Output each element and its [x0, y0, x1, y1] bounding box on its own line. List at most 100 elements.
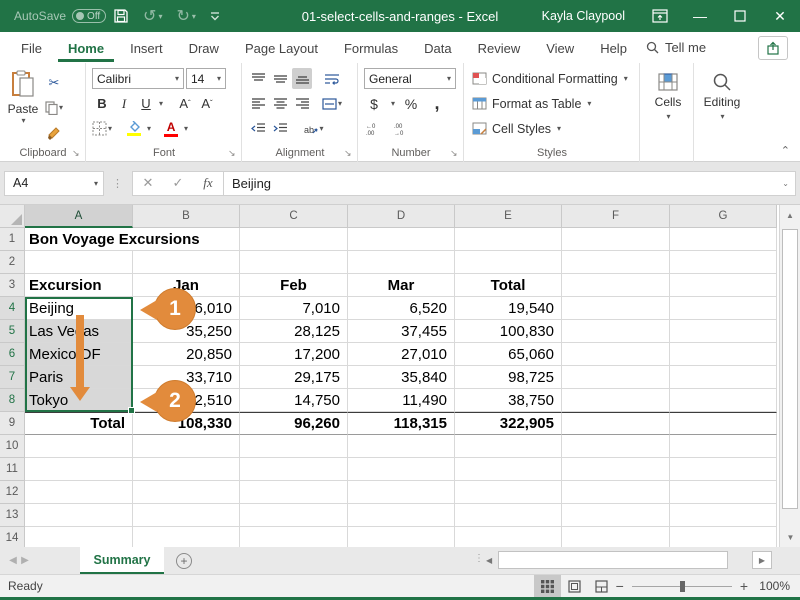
- cell-A8[interactable]: Tokyo: [25, 389, 133, 412]
- column-header-B[interactable]: B: [133, 205, 240, 228]
- cell-F11[interactable]: [562, 458, 670, 481]
- decrease-indent-button[interactable]: [248, 118, 268, 139]
- cell-G5[interactable]: [670, 320, 777, 343]
- cell-G10[interactable]: [670, 435, 777, 458]
- cell-E14[interactable]: [455, 527, 562, 547]
- top-align-button[interactable]: [248, 68, 268, 89]
- center-button[interactable]: [270, 93, 290, 114]
- number-dialog-launcher-icon[interactable]: ↘: [450, 148, 458, 159]
- cell-F7[interactable]: [562, 366, 670, 389]
- row-header-8[interactable]: 8: [0, 389, 25, 412]
- font-size-combo[interactable]: 14▾: [186, 68, 226, 89]
- cell-E8[interactable]: 38,750: [455, 389, 562, 412]
- cell-E6[interactable]: 65,060: [455, 343, 562, 366]
- cell-G1[interactable]: [670, 228, 777, 251]
- cell-G8[interactable]: [670, 389, 777, 412]
- orientation-button[interactable]: ab▾: [304, 118, 324, 139]
- vertical-scrollbar[interactable]: ▲ ▼: [779, 205, 800, 547]
- select-all-button[interactable]: [0, 205, 25, 228]
- tab-page-layout[interactable]: Page Layout: [235, 34, 328, 62]
- row-header-13[interactable]: 13: [0, 504, 25, 527]
- column-header-F[interactable]: F: [562, 205, 670, 228]
- column-header-C[interactable]: C: [240, 205, 348, 228]
- borders-button[interactable]: ▾: [92, 118, 112, 139]
- row-header-3[interactable]: 3: [0, 274, 25, 297]
- align-right-button[interactable]: [292, 93, 312, 114]
- cell-styles-button[interactable]: Cell Styles ▾: [466, 116, 637, 141]
- cell-G6[interactable]: [670, 343, 777, 366]
- autosave-toggle[interactable]: AutoSave Off: [14, 9, 106, 23]
- next-sheet-icon[interactable]: ▶: [12, 547, 38, 574]
- font-name-combo[interactable]: Calibri▾: [92, 68, 184, 89]
- cell-D10[interactable]: [348, 435, 455, 458]
- cell-D4[interactable]: 6,520: [348, 297, 455, 320]
- enter-button[interactable]: ✓: [163, 175, 193, 191]
- cell-E4[interactable]: 19,540: [455, 297, 562, 320]
- cell-D2[interactable]: [348, 251, 455, 274]
- redo-button[interactable]: ↻▾: [169, 0, 202, 32]
- cell-E2[interactable]: [455, 251, 562, 274]
- accounting-format-button[interactable]: $: [364, 93, 384, 114]
- cell-D9[interactable]: 118,315: [348, 412, 455, 435]
- cell-E10[interactable]: [455, 435, 562, 458]
- cell-G4[interactable]: [670, 297, 777, 320]
- insert-function-button[interactable]: fx: [193, 175, 223, 191]
- expand-formula-bar-icon[interactable]: ⌄: [782, 179, 789, 188]
- cell-A6[interactable]: Mexico DF: [25, 343, 133, 366]
- cell-F14[interactable]: [562, 527, 670, 547]
- cell-A10[interactable]: [25, 435, 133, 458]
- cell-A3[interactable]: Excursion: [25, 274, 133, 297]
- vertical-scrollbar-thumb[interactable]: [782, 229, 798, 509]
- cell-E9[interactable]: 322,905: [455, 412, 562, 435]
- align-left-button[interactable]: [248, 93, 268, 114]
- cell-C5[interactable]: 28,125: [240, 320, 348, 343]
- cell-E13[interactable]: [455, 504, 562, 527]
- cell-A4[interactable]: Beijing: [25, 297, 133, 320]
- cell-D14[interactable]: [348, 527, 455, 547]
- increase-indent-button[interactable]: [270, 118, 290, 139]
- tab-file[interactable]: File: [11, 34, 52, 62]
- cell-D7[interactable]: 35,840: [348, 366, 455, 389]
- minimize-button[interactable]: —: [680, 0, 720, 32]
- zoom-level[interactable]: 100%: [756, 579, 790, 593]
- conditional-formatting-button[interactable]: Conditional Formatting ▾: [466, 66, 637, 91]
- cell-C12[interactable]: [240, 481, 348, 504]
- column-header-A[interactable]: A: [25, 205, 133, 228]
- scroll-right-icon[interactable]: ▶: [752, 551, 772, 569]
- cell-A11[interactable]: [25, 458, 133, 481]
- cell-F1[interactable]: [562, 228, 670, 251]
- cell-B6[interactable]: 20,850: [133, 343, 240, 366]
- cell-F3[interactable]: [562, 274, 670, 297]
- cell-C13[interactable]: [240, 504, 348, 527]
- zoom-slider[interactable]: [632, 586, 732, 587]
- user-name[interactable]: Kayla Claypool: [542, 9, 625, 23]
- percent-style-button[interactable]: %: [401, 93, 421, 114]
- row-header-1[interactable]: 1: [0, 228, 25, 251]
- cell-C7[interactable]: 29,175: [240, 366, 348, 389]
- undo-button[interactable]: ↺▾: [136, 0, 169, 32]
- horizontal-scrollbar-thumb[interactable]: [498, 551, 728, 569]
- cell-A1[interactable]: Bon Voyage Excursions: [25, 228, 240, 251]
- cell-C8[interactable]: 14,750: [240, 389, 348, 412]
- formula-input[interactable]: Beijing ⌄: [224, 171, 796, 196]
- cell-C14[interactable]: [240, 527, 348, 547]
- tab-help[interactable]: Help: [590, 34, 637, 62]
- new-sheet-button[interactable]: +: [164, 547, 204, 574]
- cell-F8[interactable]: [562, 389, 670, 412]
- formula-bar-resize-handle[interactable]: ⋮: [112, 177, 124, 190]
- column-header-E[interactable]: E: [455, 205, 562, 228]
- cell-E5[interactable]: 100,830: [455, 320, 562, 343]
- zoom-out-button[interactable]: −: [616, 578, 624, 594]
- cell-C6[interactable]: 17,200: [240, 343, 348, 366]
- cell-A12[interactable]: [25, 481, 133, 504]
- cell-B13[interactable]: [133, 504, 240, 527]
- name-box-dropdown-icon[interactable]: ▾: [94, 179, 98, 188]
- cell-D5[interactable]: 37,455: [348, 320, 455, 343]
- cell-A5[interactable]: Las Vegas: [25, 320, 133, 343]
- cell-F5[interactable]: [562, 320, 670, 343]
- cell-E1[interactable]: [455, 228, 562, 251]
- cell-G12[interactable]: [670, 481, 777, 504]
- cell-A7[interactable]: Paris: [25, 366, 133, 389]
- format-painter-button[interactable]: [44, 122, 64, 143]
- clipboard-dialog-launcher-icon[interactable]: ↘: [72, 148, 80, 159]
